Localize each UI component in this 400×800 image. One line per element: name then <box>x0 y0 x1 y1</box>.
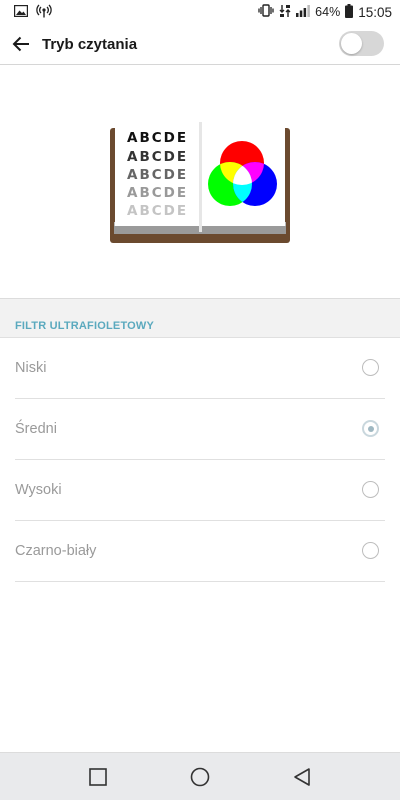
option-high[interactable]: Wysoki <box>15 460 385 521</box>
back-button[interactable] <box>9 32 33 56</box>
option-label: Średni <box>15 421 57 437</box>
vibrate-icon <box>258 4 274 20</box>
option-black-white[interactable]: Czarno-biały <box>15 521 385 582</box>
status-bar: 64% 15:05 <box>0 0 400 24</box>
letter-row: ABCDE <box>127 203 189 219</box>
hotspot-icon <box>36 4 52 21</box>
option-label: Czarno-biały <box>15 543 97 559</box>
app-bar: Tryb czytania <box>0 24 400 65</box>
circle-icon <box>190 767 210 787</box>
section-title: FILTR ULTRAFIOLETOWY <box>15 320 155 332</box>
clock: 15:05 <box>358 4 392 20</box>
gallery-notification-icon <box>13 4 29 20</box>
battery-percent: 64% <box>315 5 341 19</box>
navigation-bar <box>0 752 400 800</box>
signal-icon <box>296 4 311 20</box>
radio-button[interactable] <box>362 481 379 498</box>
home-button[interactable] <box>188 765 212 789</box>
status-right: 64% 15:05 <box>258 3 392 21</box>
recents-button[interactable] <box>86 765 110 789</box>
letter-row: ABCDE <box>127 185 189 201</box>
status-left <box>13 4 52 21</box>
radio-button[interactable] <box>362 359 379 376</box>
radio-button[interactable] <box>362 542 379 559</box>
option-low[interactable]: Niski <box>15 338 385 399</box>
section-header: FILTR ULTRAFIOLETOWY <box>0 298 400 338</box>
arrow-back-icon <box>12 36 29 52</box>
option-medium[interactable]: Średni <box>15 399 385 460</box>
data-transfer-icon <box>279 4 291 21</box>
uv-filter-options: Niski Średni Wysoki Czarno-biały <box>0 338 400 582</box>
page-title: Tryb czytania <box>42 35 138 53</box>
option-label: Wysoki <box>15 482 62 498</box>
letter-row: ABCDE <box>127 167 189 183</box>
letter-row: ABCDE <box>127 130 189 146</box>
back-nav-button[interactable] <box>290 765 314 789</box>
toggle-knob <box>341 33 362 54</box>
battery-icon <box>345 3 354 21</box>
book-illustration: ABCDE ABCDE ABCDE ABCDE ABCDE <box>110 122 290 243</box>
letter-row: ABCDE <box>127 149 189 165</box>
reading-mode-illustration: ABCDE ABCDE ABCDE ABCDE ABCDE <box>0 65 400 298</box>
square-icon <box>89 768 107 786</box>
radio-dot <box>367 425 374 432</box>
reading-mode-toggle[interactable] <box>339 31 384 56</box>
radio-button-selected[interactable] <box>362 420 379 437</box>
triangle-back-icon <box>294 768 310 786</box>
option-label: Niski <box>15 360 47 376</box>
